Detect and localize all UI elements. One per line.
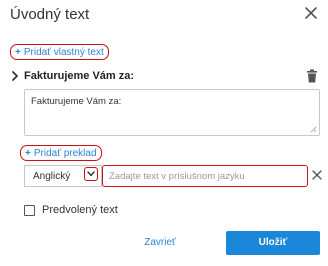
section-title: Fakturujeme Vám za: (24, 70, 135, 82)
default-text-label: Predvolený text (42, 204, 118, 216)
resize-grip-icon[interactable] (310, 126, 317, 133)
close-icon[interactable] (304, 6, 318, 20)
text-section-header: Fakturujeme Vám za: (10, 69, 318, 83)
plus-icon: + (15, 46, 21, 58)
add-translation-label: Pridať preklad (33, 147, 97, 159)
trash-icon[interactable] (306, 69, 318, 83)
chevron-down-icon (87, 171, 95, 177)
add-custom-text-label: Pridať vlastný text (23, 46, 104, 58)
translation-input[interactable] (102, 165, 308, 187)
language-value: Anglický (33, 171, 71, 182)
default-text-row: Predvolený text (24, 203, 118, 217)
save-button[interactable]: Uložiť (226, 231, 320, 255)
dialog-title: Úvodný text (10, 6, 90, 23)
textarea-value: Fakturujeme Vám za: (31, 96, 122, 107)
dialog: Úvodný text + Pridať vlastný text Faktur… (0, 0, 328, 266)
cancel-button[interactable]: Zavrieť (140, 233, 180, 253)
language-dropdown-button[interactable] (84, 167, 98, 181)
add-translation-button[interactable]: + Pridať preklad (20, 145, 102, 161)
plus-icon: + (25, 147, 31, 159)
remove-translation-icon[interactable] (312, 170, 322, 180)
intro-textarea[interactable]: Fakturujeme Vám za: (24, 89, 320, 136)
chevron-right-icon[interactable] (10, 70, 20, 82)
add-custom-text-button[interactable]: + Pridať vlastný text (10, 44, 109, 60)
default-text-checkbox[interactable] (24, 204, 35, 216)
